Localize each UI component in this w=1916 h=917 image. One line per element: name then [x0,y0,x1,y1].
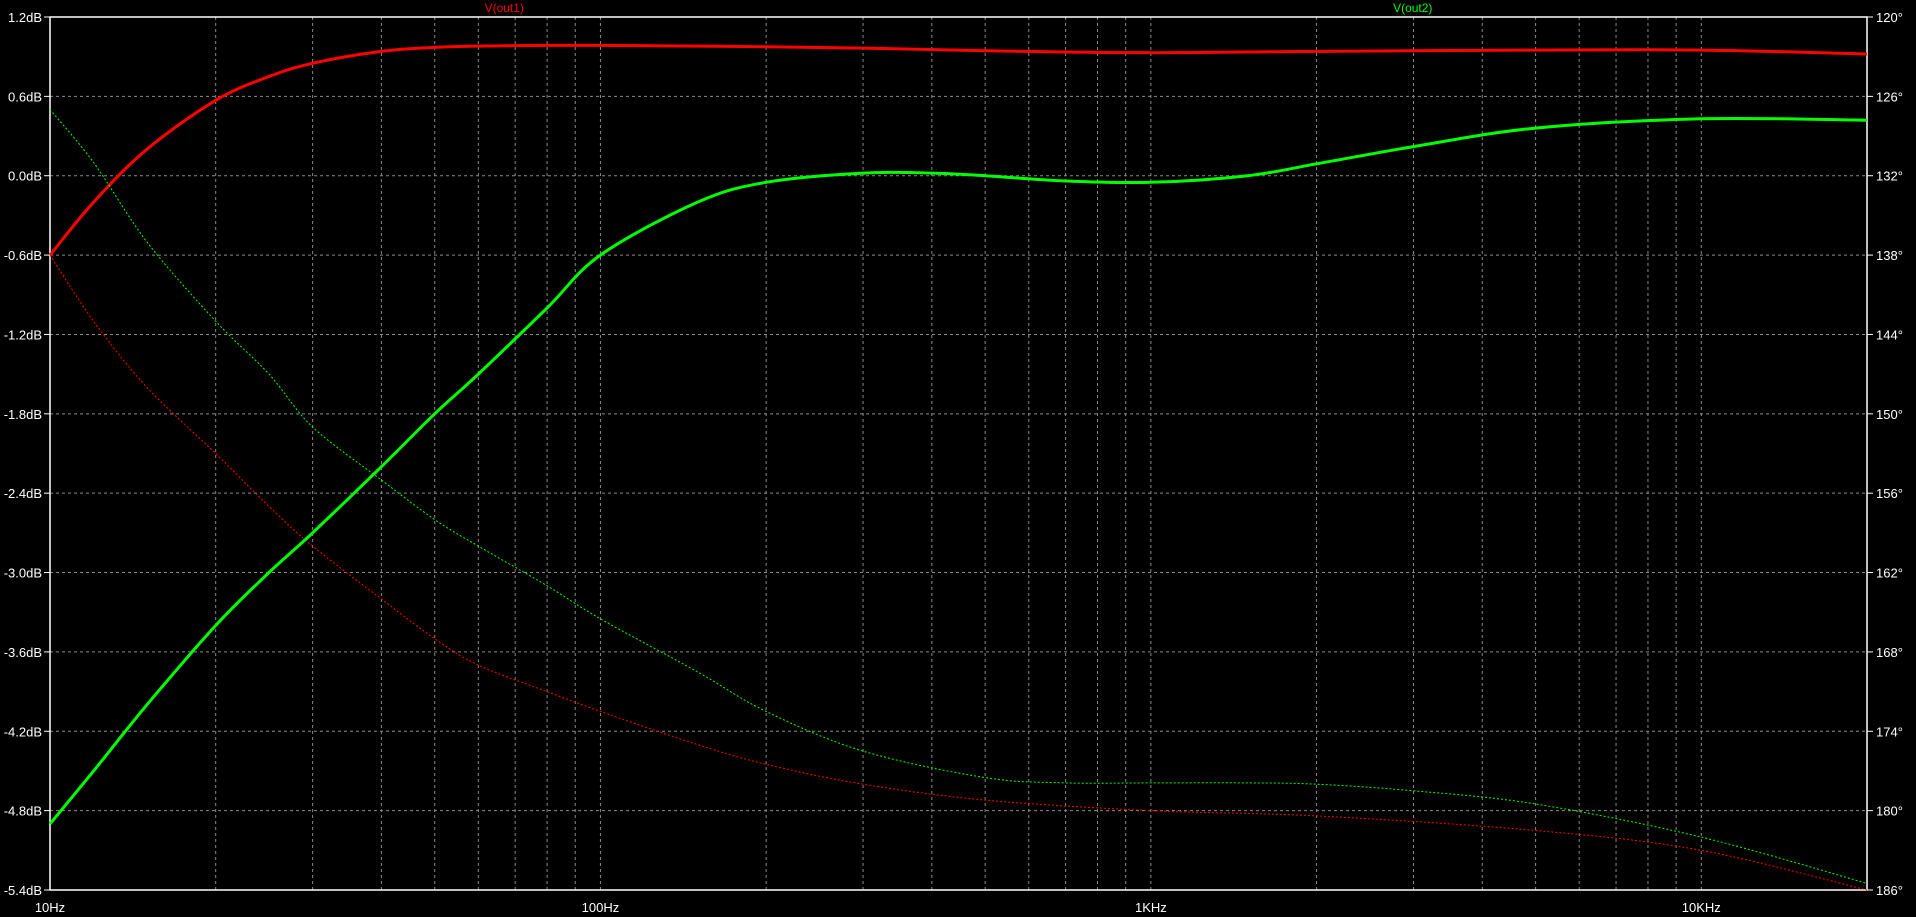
y-right-tick-label: 156° [1876,486,1903,501]
y-left-tick-label: -0.6dB [4,248,42,263]
trace-title-v-out1[interactable]: V(out1) [485,1,524,15]
y-right-tick-label: 120° [1876,10,1903,25]
y-right-tick-label: 132° [1876,169,1903,184]
y-right-tick-label: 174° [1876,724,1903,739]
y-left-tick-label: -4.2dB [4,724,42,739]
y-right-tick-label: 162° [1876,566,1903,581]
y-left-tick-label: 0.6dB [8,89,42,104]
traces [48,43,1868,891]
y-left-tick-label: -5.4dB [4,883,42,898]
plot-frame [49,16,1868,891]
y-left-tick-label: -1.2dB [4,327,42,342]
y-left-tick-label: 1.2dB [8,10,42,25]
y-right-tick-label: 126° [1876,89,1903,104]
x-tick-label: 10Hz [35,900,65,915]
y-left-tick-label: -3.6dB [4,645,42,660]
y-right-tick-label: 144° [1876,327,1903,342]
y-right-tick-label: 138° [1876,248,1903,263]
v-out2-phase-trace [49,109,1868,884]
y-left-tick-label: -3.0dB [4,566,42,581]
y-left-tick-label: -2.4dB [4,486,42,501]
x-tick-label: 1KHz [1135,900,1167,915]
bode-plot: 10Hz 100Hz 1KHz 10KHz 1.2dB 0.6dB 0.0dB -0.6dB… [4,1,1903,915]
grid [50,17,1867,890]
y-left-tick-label: -4.8dB [4,804,42,819]
y-axis-left: 1.2dB 0.6dB 0.0dB -0.6dB -1.2dB -1.8dB -2.4dB -… [4,10,50,898]
trace-titles: V(out1) V(out2) [485,1,1433,15]
y-right-tick-label: 186° [1876,883,1903,898]
y-left-tick-label: -1.8dB [4,407,42,422]
y-right-tick-label: 150° [1876,407,1903,422]
x-axis: 10Hz 100Hz 1KHz 10KHz [35,900,1721,915]
y-right-tick-label: 168° [1876,645,1903,660]
x-tick-label: 100Hz [582,900,620,915]
v-out2-magnitude-trace [48,116,1868,825]
x-tick-label: 10KHz [1682,900,1721,915]
y-right-tick-label: 180° [1876,804,1903,819]
y-axis-right: 120° 126° 132° 138° 144° 150° 156° 162° 168° 174°… [1867,10,1903,898]
trace-title-v-out2[interactable]: V(out2) [1393,1,1432,15]
v-out1-magnitude-trace [48,43,1868,257]
y-left-tick-label: 0.0dB [8,169,42,184]
